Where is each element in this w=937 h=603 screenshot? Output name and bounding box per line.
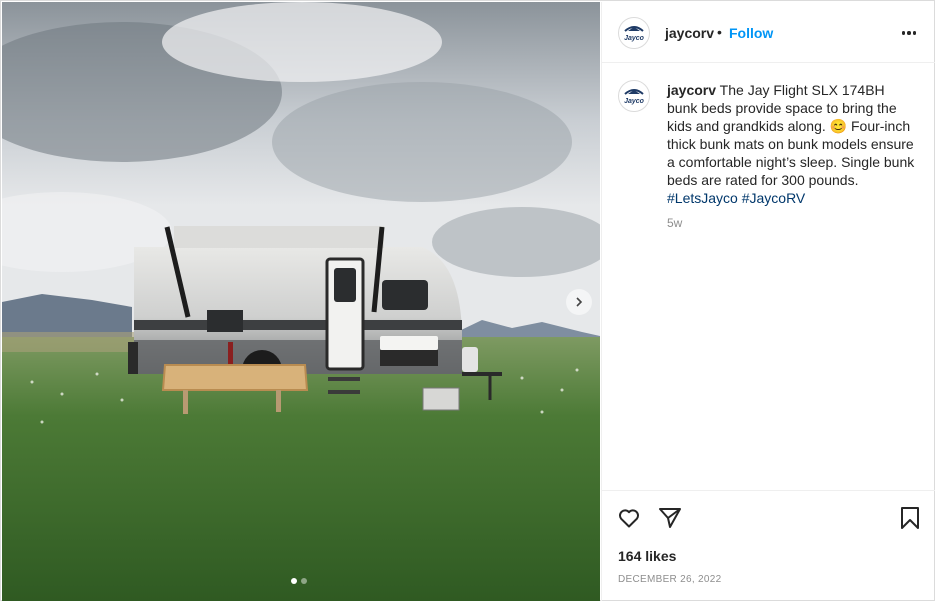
- bookmark-icon[interactable]: [898, 506, 922, 530]
- caption-username[interactable]: jaycorv: [667, 82, 716, 98]
- more-options-icon[interactable]: [898, 22, 920, 44]
- post-actions: 164 likes DECEMBER 26, 2022: [602, 490, 935, 600]
- paper-plane-icon[interactable]: [658, 506, 682, 530]
- post-date: DECEMBER 26, 2022: [618, 574, 722, 585]
- heart-icon[interactable]: [617, 506, 641, 530]
- carousel-dot-active: [291, 578, 297, 584]
- post-header: Jayco jaycorv • Follow: [602, 2, 935, 63]
- post-photo[interactable]: [2, 2, 600, 601]
- caption-avatar[interactable]: Jayco: [618, 80, 650, 112]
- rv-in-meadow-photo: [2, 2, 600, 601]
- avatar[interactable]: Jayco: [618, 17, 650, 49]
- post-caption: jaycorv The Jay Flight SLX 174BH bunk be…: [667, 81, 917, 207]
- username[interactable]: jaycorv: [665, 25, 714, 41]
- svg-text:Jayco: Jayco: [624, 98, 645, 105]
- separator-dot: •: [717, 24, 722, 40]
- post-dialog: Jayco jaycorv • Follow Jayco jaycorv The…: [0, 0, 935, 601]
- jayco-logo: Jayco: [624, 89, 645, 105]
- caption-time-ago[interactable]: 5w: [667, 216, 682, 230]
- likes-count[interactable]: 164 likes: [618, 548, 676, 564]
- chevron-right-icon: [576, 297, 583, 307]
- hashtag-letsjayco[interactable]: #LetsJayco: [667, 190, 738, 206]
- carousel-dot: [301, 578, 307, 584]
- carousel-next-button[interactable]: [566, 289, 592, 315]
- post-side-panel: Jayco jaycorv • Follow Jayco jaycorv The…: [601, 2, 935, 601]
- jayco-logo: Jayco: [624, 26, 645, 42]
- svg-text:Jayco: Jayco: [624, 35, 645, 42]
- hashtag-jaycorv[interactable]: #JaycoRV: [742, 190, 806, 206]
- follow-button[interactable]: Follow: [729, 25, 773, 41]
- carousel-indicator: [291, 578, 307, 584]
